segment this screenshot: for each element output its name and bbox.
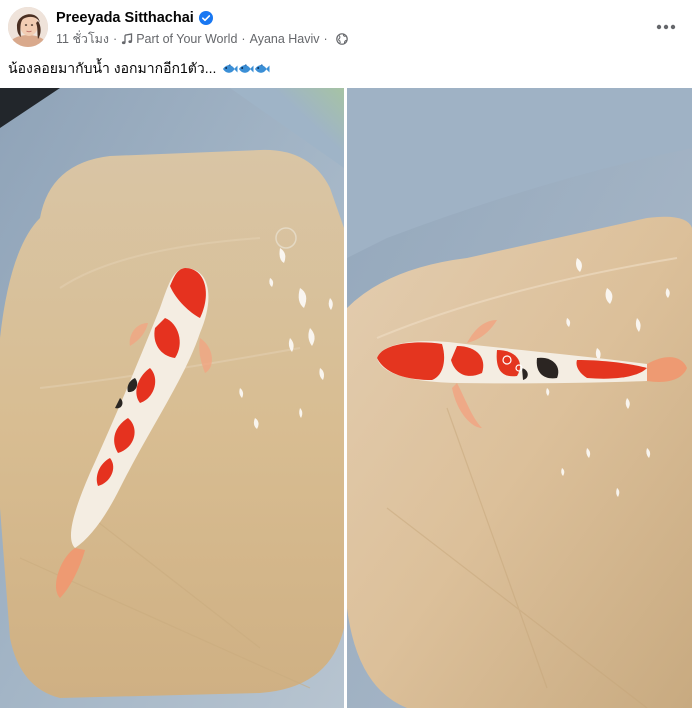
author-avatar[interactable]: [8, 7, 48, 47]
koi-fish-photo[interactable]: [347, 88, 692, 708]
fish-emoji-group: [222, 62, 270, 76]
post-caption: น้องลอยมากับน้ำ งอกมากอีก1ตัว...: [8, 58, 270, 80]
facebook-post: Preeyada Sitthachai 11 ชั่วโมง · Part of…: [0, 0, 692, 708]
globe-icon[interactable]: [335, 33, 348, 45]
post-timestamp[interactable]: 11 ชั่วโมง: [56, 29, 109, 49]
author-info: Preeyada Sitthachai 11 ชั่วโมง · Part of…: [56, 9, 348, 47]
author-name[interactable]: Preeyada Sitthachai: [56, 10, 194, 26]
more-options-icon[interactable]: [652, 13, 680, 41]
post-header: Preeyada Sitthachai 11 ชั่วโมง · Part of…: [8, 7, 684, 49]
author-line: Preeyada Sitthachai: [56, 9, 348, 27]
fish-icon: [239, 64, 254, 73]
verified-badge-icon: [198, 11, 213, 25]
music-note-icon: [121, 33, 133, 45]
fish-icon: [223, 64, 238, 73]
post-meta: 11 ชั่วโมง · Part of Your World · Ayana …: [56, 31, 348, 47]
caption-text: น้องลอยมากับน้ำ งอกมากอีก1ตัว...: [8, 60, 217, 76]
meta-separator: ·: [323, 32, 328, 46]
music-song[interactable]: Part of Your World: [136, 32, 237, 46]
fish-icon: [255, 64, 270, 73]
music-artist[interactable]: Ayana Haviv: [250, 32, 320, 46]
meta-separator: ·: [241, 32, 246, 46]
koi-fish-photo[interactable]: [0, 88, 344, 708]
meta-separator: ·: [113, 32, 118, 46]
photo-grid: [0, 88, 692, 708]
